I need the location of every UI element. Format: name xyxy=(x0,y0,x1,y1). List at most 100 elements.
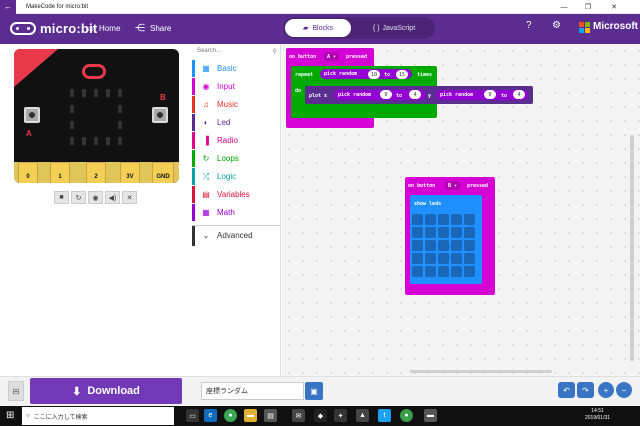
number-input[interactable]: 0 xyxy=(380,90,392,99)
toolbox-category-radio[interactable]: ▐ Radio xyxy=(192,132,280,149)
edge-icon[interactable]: e xyxy=(204,409,217,422)
toolbox-category-led[interactable]: ◐ Led xyxy=(192,114,280,131)
button-a-label: A xyxy=(26,129,32,138)
toolbox-category-music[interactable]: ♫ Music xyxy=(192,96,280,113)
zoom-out-button[interactable]: − xyxy=(616,382,632,398)
led-cell[interactable] xyxy=(451,214,462,225)
button-dropdown[interactable]: B ▾ xyxy=(445,181,461,190)
zoom-in-button[interactable]: + xyxy=(598,382,614,398)
number-input[interactable]: 0 xyxy=(484,90,496,99)
tab-blocks[interactable]: ▰ Blocks xyxy=(285,19,351,37)
workspace-horizontal-scrollbar[interactable] xyxy=(410,370,552,373)
slowmo-button[interactable]: ◉ xyxy=(88,191,103,204)
number-input[interactable]: 15 xyxy=(396,70,408,79)
minimize-button[interactable]: — xyxy=(552,0,576,14)
led-cell[interactable] xyxy=(451,253,462,264)
app-icon[interactable]: ▬ xyxy=(424,409,437,422)
microbit-face-icon xyxy=(10,22,36,35)
pin-strip: 0 1 2 3V GND xyxy=(14,162,179,183)
number-input[interactable]: 4 xyxy=(513,90,525,99)
toolbox-search[interactable]: Search... ⚲ xyxy=(197,48,277,60)
save-button[interactable]: ▣ xyxy=(305,382,323,400)
led-cell[interactable] xyxy=(412,253,423,264)
search-input[interactable]: Search... xyxy=(197,48,221,60)
led-cell[interactable] xyxy=(464,240,475,251)
mail-icon[interactable]: ✉ xyxy=(292,409,305,422)
pin-0[interactable]: 0 xyxy=(18,162,38,183)
led-cell[interactable] xyxy=(425,214,436,225)
toolbox-category-logic[interactable]: ⤮ Logic xyxy=(192,168,280,185)
fullscreen-button[interactable]: ✕ xyxy=(122,191,137,204)
close-window-button[interactable]: ✕ xyxy=(602,0,626,14)
windows-start-icon[interactable]: ⊞ xyxy=(6,410,14,421)
chrome-icon[interactable]: ● xyxy=(224,409,237,422)
toolbox-category-loops[interactable]: ↻ Loops xyxy=(192,150,280,167)
mute-button[interactable]: ◀) xyxy=(105,191,120,204)
stop-button[interactable]: ■ xyxy=(54,191,69,204)
share-button[interactable]: ⋲ Share xyxy=(135,23,171,34)
home-button[interactable]: ⌂ Home xyxy=(88,23,120,34)
led-cell[interactable] xyxy=(425,266,436,277)
project-name-input[interactable]: 座標ランダム xyxy=(201,382,304,400)
led-cell[interactable] xyxy=(425,253,436,264)
led-cell[interactable] xyxy=(464,214,475,225)
toolbox-category-math[interactable]: ▦ Math xyxy=(192,204,280,221)
led-cell[interactable] xyxy=(438,240,449,251)
maximize-button[interactable]: ❐ xyxy=(576,0,600,14)
task-view-icon[interactable]: ▭ xyxy=(186,409,199,422)
led-cell[interactable] xyxy=(425,227,436,238)
back-arrow-icon[interactable]: ← xyxy=(0,0,16,14)
led-grid-editor[interactable] xyxy=(412,214,475,277)
restart-button[interactable]: ↻ xyxy=(71,191,86,204)
led-cell[interactable] xyxy=(412,214,423,225)
store-icon[interactable]: ▤ xyxy=(264,409,277,422)
led-cell[interactable] xyxy=(451,266,462,277)
app-icon[interactable]: ● xyxy=(400,409,413,422)
microsoft-label[interactable]: Microsoft xyxy=(593,21,638,32)
led-cell[interactable] xyxy=(412,240,423,251)
led-cell[interactable] xyxy=(438,266,449,277)
toolbox-category-advanced[interactable]: ⌄ Advanced xyxy=(192,225,280,246)
toolbox-category-variables[interactable]: ▤ Variables xyxy=(192,186,280,203)
download-button[interactable]: ⬇ Download xyxy=(30,378,182,404)
led xyxy=(106,137,110,145)
toolbox-category-input[interactable]: ◉ Input xyxy=(192,78,280,95)
save-icon: ▣ xyxy=(310,386,318,396)
led-cell[interactable] xyxy=(464,253,475,264)
app-icon[interactable]: ◆ xyxy=(314,409,327,422)
led-cell[interactable] xyxy=(438,253,449,264)
taskbar-search[interactable]: ○ ここに入力して検索 xyxy=(22,407,174,425)
button-dropdown[interactable]: A ▾ xyxy=(324,52,340,61)
simulator-button-b[interactable] xyxy=(152,107,168,123)
microbit-logo[interactable]: micro:bit xyxy=(10,21,97,36)
workspace-vertical-scrollbar[interactable] xyxy=(630,135,634,361)
simulator-button-a[interactable] xyxy=(24,107,40,123)
number-input[interactable]: 4 xyxy=(409,90,421,99)
led-cell[interactable] xyxy=(438,214,449,225)
twitter-icon[interactable]: t xyxy=(378,409,391,422)
pin-1[interactable]: 1 xyxy=(50,162,70,183)
app-icon[interactable]: ✦ xyxy=(334,409,347,422)
led-cell[interactable] xyxy=(451,227,462,238)
taskbar-clock[interactable]: 14:51 2019/01/31 xyxy=(585,408,610,422)
led-cell[interactable] xyxy=(451,240,462,251)
tab-javascript[interactable]: { } JavaScript xyxy=(356,19,432,37)
settings-button[interactable]: ⚙ xyxy=(552,20,561,31)
undo-button[interactable]: ↶ xyxy=(558,382,575,398)
file-explorer-icon[interactable]: ▬ xyxy=(244,409,257,422)
photos-icon[interactable]: ▲ xyxy=(356,409,369,422)
pin-2[interactable]: 2 xyxy=(86,162,106,183)
redo-button[interactable]: ↷ xyxy=(577,382,594,398)
led-cell[interactable] xyxy=(412,266,423,277)
led-cell[interactable] xyxy=(438,227,449,238)
led-cell[interactable] xyxy=(464,266,475,277)
toolbox-category-basic[interactable]: ▦ Basic xyxy=(192,60,280,77)
led-cell[interactable] xyxy=(425,240,436,251)
help-button[interactable]: ? xyxy=(526,20,532,31)
led xyxy=(70,89,74,97)
led-cell[interactable] xyxy=(464,227,475,238)
download-icon: ⬇ xyxy=(72,385,82,398)
led-cell[interactable] xyxy=(412,227,423,238)
number-input[interactable]: 10 xyxy=(368,70,380,79)
collapse-simulator-button[interactable]: ⊟ xyxy=(8,381,24,401)
